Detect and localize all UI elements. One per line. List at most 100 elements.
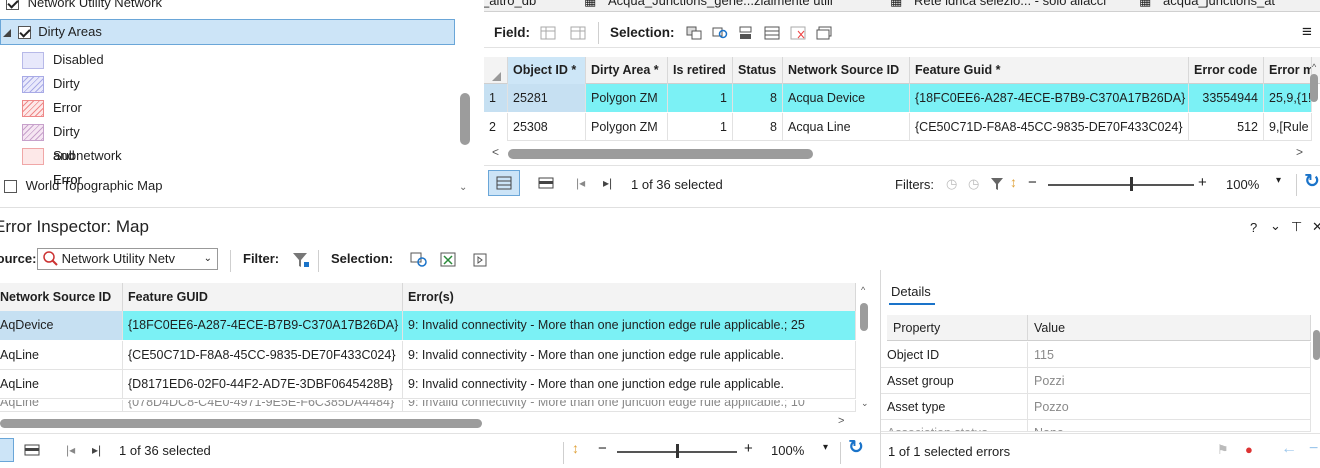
table-cell[interactable]: {18FC0EE6-A287-4ECE-B7B9-C370A17B26DA} xyxy=(910,84,1189,112)
last-record-icon[interactable]: ▸| xyxy=(92,443,101,457)
scroll-right-icon[interactable]: > xyxy=(838,415,844,427)
show-selected-records-icon[interactable] xyxy=(538,176,554,190)
show-selected-errors-icon[interactable] xyxy=(24,443,40,457)
scroll-up-icon[interactable]: ^ xyxy=(861,285,865,295)
zoom-in-button[interactable]: + xyxy=(1198,174,1207,191)
error-row[interactable]: AqLine {078D4DC8-C4E0-4971-9E5E-F6C385DA4… xyxy=(0,399,856,412)
zoom-slider-thumb[interactable] xyxy=(676,444,679,458)
table-row[interactable]: 1 25281 Polygon ZM 1 8 Acqua Device {18FC0EE6-… xyxy=(484,84,1312,112)
previous-error-icon[interactable]: ← xyxy=(1281,440,1297,458)
zoom-dropdown-icon[interactable]: ▾ xyxy=(1276,175,1281,186)
select-by-attributes-icon[interactable] xyxy=(686,26,702,40)
table-cell[interactable]: Acqua Line xyxy=(783,113,910,141)
error-row[interactable]: AqLine {CE50C71D-F8A8-45CC-9835-DE70F433C… xyxy=(0,340,856,370)
zoom-slider-thumb[interactable] xyxy=(1130,177,1133,191)
table-cell[interactable]: 25281 xyxy=(508,84,586,112)
scroll-left-icon[interactable]: < xyxy=(492,145,499,159)
delete-selection-icon[interactable] xyxy=(816,26,832,40)
error-cell[interactable]: 9: Invalid connectivity - More than one … xyxy=(403,340,856,370)
row-number[interactable]: 2 xyxy=(484,113,508,141)
zoom-level[interactable]: 100% xyxy=(1226,170,1259,200)
table-row[interactable]: 2 25308 Polygon ZM 1 8 Acqua Line {CE50C71D-F8… xyxy=(484,113,1312,141)
error-cell[interactable]: AqDevice xyxy=(0,311,123,340)
table-cell[interactable]: Polygon ZM xyxy=(586,84,668,112)
zoom-to-selection-icon[interactable] xyxy=(712,26,728,40)
select-by-extent-icon[interactable] xyxy=(472,252,490,268)
error-cell[interactable]: 9: Invalid connectivity - More than one … xyxy=(403,370,856,399)
zoom-level[interactable]: 100% xyxy=(771,436,804,466)
table-cell[interactable]: 1 xyxy=(668,113,733,141)
column-errors[interactable]: Error(s) xyxy=(403,283,856,311)
table-cell[interactable]: 8 xyxy=(733,113,783,141)
error-cell[interactable]: AqLine xyxy=(0,340,123,370)
error-cell[interactable]: AqLine xyxy=(0,370,123,399)
select-all-corner[interactable] xyxy=(484,57,508,84)
zoom-in-button[interactable]: + xyxy=(744,440,753,457)
dirty-areas-checkbox[interactable] xyxy=(17,26,31,40)
network-layer-checkbox[interactable] xyxy=(6,0,19,11)
scroll-up-icon[interactable]: ^ xyxy=(1312,62,1316,72)
zoom-out-button[interactable]: − xyxy=(1028,174,1037,191)
scroll-down-icon[interactable]: ⌄ xyxy=(861,398,869,409)
error-row[interactable]: AqLine {D8171ED6-02F0-44F2-AD7E-3DBF06454… xyxy=(0,370,856,399)
source-combobox[interactable]: Network Utility Netv ⌄ xyxy=(37,248,218,270)
error-flag-icon[interactable]: ⚑ xyxy=(1217,442,1229,458)
time-filter-icon[interactable]: ◷ xyxy=(968,176,979,192)
tab-acqua-junctions[interactable]: Acqua_Junctions_gene...zialmente utili xyxy=(608,0,833,8)
table-cell[interactable]: 1 xyxy=(668,84,733,112)
table-cell[interactable]: 33554944 xyxy=(1189,84,1264,112)
table-cell[interactable]: 9,[Rule xyxy=(1264,113,1312,141)
toc-network-layer[interactable]: Network Utility Network xyxy=(6,0,162,14)
toc-dirty-areas-layer[interactable]: Dirty Areas xyxy=(0,19,455,45)
add-field-icon[interactable] xyxy=(540,26,556,40)
definition-filter-icon[interactable] xyxy=(990,177,1004,191)
table-menu-icon[interactable]: ≡ xyxy=(1302,22,1312,42)
calculate-field-icon[interactable] xyxy=(570,26,586,40)
row-number[interactable]: 1 xyxy=(484,84,508,112)
column-error-code[interactable]: Error code xyxy=(1189,57,1264,84)
zoom-error-icon[interactable]: ● xyxy=(1245,442,1253,457)
extent-filter-icon[interactable]: ◷ xyxy=(946,176,957,192)
filter-icon[interactable] xyxy=(292,252,310,268)
zoom-out-button[interactable]: − xyxy=(598,440,607,457)
column-is-retired[interactable]: Is retired xyxy=(668,57,733,84)
error-cell[interactable]: 9: Invalid connectivity - More than one … xyxy=(403,311,856,340)
column-feature-guid[interactable]: Feature Guid * xyxy=(910,57,1189,84)
tab-altro-db[interactable]: _altro_db xyxy=(484,0,536,8)
toc-vertical-scrollbar[interactable] xyxy=(460,93,470,145)
topographic-checkbox[interactable] xyxy=(4,180,17,194)
table-horizontal-scrollbar[interactable] xyxy=(508,149,813,159)
scroll-down-icon[interactable]: ⌄ xyxy=(459,182,467,193)
error-cell[interactable]: {CE50C71D-F8A8-45CC-9835-DE70F433C024} xyxy=(123,340,403,370)
error-cell[interactable]: 9: Invalid connectivity - More than one … xyxy=(403,399,856,412)
last-record-icon[interactable]: ▸| xyxy=(603,176,612,190)
select-all-icon[interactable] xyxy=(764,26,780,40)
error-cell[interactable]: {078D4DC8-C4E0-4971-9E5E-F6C385DA4484} xyxy=(123,399,403,412)
first-record-icon[interactable]: |◂ xyxy=(66,443,75,457)
column-dirty-area[interactable]: Dirty Area * xyxy=(586,57,668,84)
pin-button[interactable]: ⊤ xyxy=(1291,219,1302,235)
select-errors-icon[interactable] xyxy=(440,252,458,268)
error-table-horizontal-scrollbar[interactable] xyxy=(0,419,482,428)
show-all-records-button[interactable] xyxy=(488,170,520,196)
show-all-errors-button[interactable] xyxy=(0,438,14,462)
clear-selection-icon[interactable] xyxy=(790,26,806,40)
column-feature-guid[interactable]: Feature GUID xyxy=(123,283,403,311)
collapse-triangle-icon[interactable] xyxy=(3,28,11,37)
error-cell[interactable]: AqLine xyxy=(0,399,123,412)
table-cell[interactable]: 8 xyxy=(733,84,783,112)
error-table-vertical-scrollbar[interactable] xyxy=(860,303,868,331)
table-cell[interactable]: Polygon ZM xyxy=(586,113,668,141)
table-cell[interactable]: 512 xyxy=(1189,113,1264,141)
range-icon[interactable]: ↕ xyxy=(572,440,579,456)
next-error-icon[interactable]: − xyxy=(1309,440,1318,458)
error-row[interactable]: AqDevice {18FC0EE6-A287-4ECE-B7B9-C370A17… xyxy=(0,311,856,340)
table-cell[interactable]: 25308 xyxy=(508,113,586,141)
table-cell[interactable]: Acqua Device xyxy=(783,84,910,112)
tab-acqua-junctions-at[interactable]: acqua_junctions_at xyxy=(1163,0,1275,8)
refresh-icon[interactable]: ↻ xyxy=(1304,170,1320,193)
error-cell[interactable]: {18FC0EE6-A287-4ECE-B7B9-C370A17B26DA} xyxy=(123,311,403,340)
column-error-message[interactable]: Error m xyxy=(1264,57,1312,84)
range-icon[interactable]: ↕ xyxy=(1010,174,1017,190)
details-tab[interactable]: Details xyxy=(891,284,931,299)
